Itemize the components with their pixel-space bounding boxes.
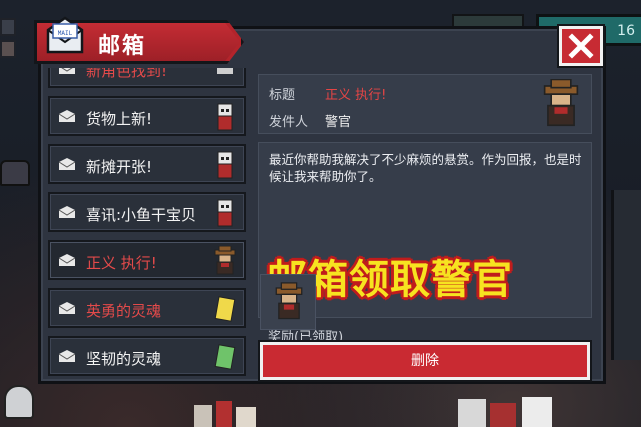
mail-item-label: 新角色找到!	[86, 68, 168, 80]
raccoon-icon	[217, 68, 233, 74]
mail-list[interactable]: 新角色找到! 货物上新! 新摊开张! 喜讯:小鱼干宝贝 正义 执行! 英勇的灵魂	[48, 68, 248, 380]
mail-item-label: 正义 执行!	[86, 254, 157, 272]
mail-item[interactable]: 坚韧的灵魂	[48, 336, 246, 376]
dialog-title: 邮箱	[98, 34, 147, 59]
envelope-icon	[58, 110, 76, 122]
mailbox-icon: MAIL	[46, 16, 84, 54]
envelope-icon	[58, 302, 76, 314]
mail-item-label: 喜讯:小鱼干宝贝	[86, 206, 197, 224]
mail-item[interactable]: 新角色找到!	[48, 68, 246, 88]
background-ghost	[4, 385, 34, 419]
delete-button[interactable]: 删除	[258, 340, 592, 382]
background-character	[0, 160, 30, 186]
title-value: 正义 执行!	[325, 88, 387, 103]
envelope-icon	[58, 254, 76, 266]
game-screen: 16 MAIL 邮箱 新角色找到! 货物上新! 新摊开张! 喜讯:小鱼干宝贝 正…	[0, 0, 641, 427]
envelope-icon	[58, 158, 76, 170]
mail-item-selected[interactable]: 正义 执行!	[48, 240, 246, 280]
mail-item[interactable]: 货物上新!	[48, 96, 246, 136]
hud-chip	[0, 18, 16, 36]
mail-body-text: 最近你帮助我解决了不少麻烦的悬赏。作为回报，也是时候让我来帮助你了。	[269, 152, 582, 184]
close-button[interactable]	[557, 24, 605, 68]
officer-icon	[214, 246, 236, 275]
mail-item-label: 英勇的灵魂	[86, 302, 162, 320]
cat-merchant-icon	[217, 151, 233, 179]
sender-value: 警官	[325, 115, 352, 130]
mail-item-label: 货物上新!	[86, 110, 153, 128]
officer-reward-icon	[275, 282, 303, 320]
mail-item-label: 坚韧的灵魂	[86, 350, 162, 368]
mail-header: 标题 正义 执行! 发件人 警官	[258, 74, 592, 134]
envelope-icon	[58, 206, 76, 218]
envelope-icon	[58, 350, 76, 362]
reward-slot	[260, 274, 316, 330]
yellow-card-icon	[214, 296, 236, 322]
floor-sprites	[458, 397, 552, 427]
mail-item[interactable]: 英勇的灵魂	[48, 288, 246, 328]
mail-item-label: 新摊开张!	[86, 158, 153, 176]
envelope-icon	[59, 68, 75, 74]
mail-icon-text: MAIL	[58, 30, 73, 37]
mail-item[interactable]: 新摊开张!	[48, 144, 246, 184]
cat-merchant-icon	[217, 199, 233, 227]
green-card-icon	[214, 344, 236, 370]
sender-avatar	[543, 79, 579, 127]
title-label: 标题	[269, 88, 296, 103]
mail-detail-panel: 标题 正义 执行! 发件人 警官 最近你帮助我解决了不少麻烦的悬赏。作为回报，也…	[258, 74, 592, 382]
cat-merchant-icon	[217, 103, 233, 131]
background-wall	[611, 190, 641, 360]
close-icon	[568, 33, 594, 59]
hud-chip	[0, 40, 16, 58]
mail-item[interactable]: 喜讯:小鱼干宝贝	[48, 192, 246, 232]
sender-label: 发件人	[269, 115, 309, 130]
floor-sprites	[194, 401, 256, 427]
